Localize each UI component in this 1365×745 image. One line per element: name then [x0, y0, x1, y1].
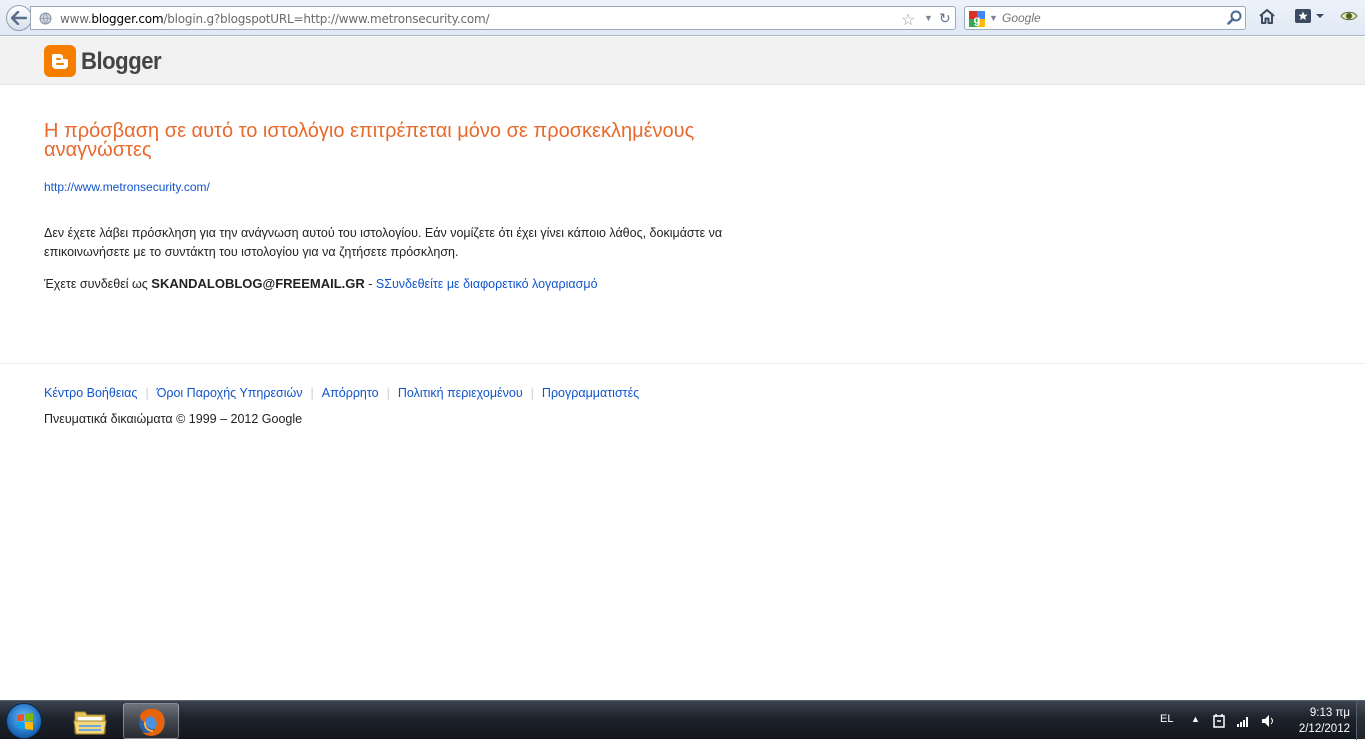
- footer-link-privacy[interactable]: Απόρρητο: [322, 386, 379, 400]
- clock-date: 2/12/2012: [1298, 723, 1350, 735]
- search-bar[interactable]: g ▼: [964, 6, 1246, 30]
- start-button[interactable]: [6, 703, 42, 739]
- reload-icon[interactable]: ↻: [939, 10, 951, 27]
- search-input[interactable]: [1002, 11, 1212, 25]
- footer-separator: |: [310, 386, 314, 400]
- account-email: SKANDALOBLOG@FREEMAIL.GR: [151, 276, 365, 291]
- folder-icon: [73, 711, 107, 735]
- switch-account-link[interactable]: SΣυνδεθείτε με διαφορετικό λογαριασμό: [376, 277, 598, 291]
- network-icon[interactable]: [1236, 714, 1250, 728]
- taskbar-explorer-button[interactable]: [62, 703, 118, 739]
- svg-text:g: g: [974, 15, 981, 27]
- copyright-text: Πνευματικά δικαιώματα © 1999 – 2012 Goog…: [44, 412, 303, 426]
- bookmarks-menu-icon[interactable]: [1294, 8, 1326, 24]
- search-icon[interactable]: [1227, 10, 1242, 25]
- language-indicator[interactable]: EL: [1160, 713, 1173, 725]
- footer-separator: |: [386, 386, 390, 400]
- footer-separator: |: [530, 386, 534, 400]
- show-desktop-button[interactable]: [1356, 701, 1365, 740]
- blog-url-link[interactable]: http://www.metronsecurity.com/: [44, 180, 210, 194]
- footer-link-help-center[interactable]: Κέντρο Βοήθειας: [44, 386, 137, 400]
- show-hidden-icons-arrow[interactable]: ▲: [1191, 714, 1200, 724]
- home-icon[interactable]: [1258, 8, 1276, 25]
- footer-divider: [0, 363, 1365, 364]
- blogger-logo-text[interactable]: Blogger: [81, 48, 162, 76]
- volume-icon[interactable]: [1261, 714, 1275, 728]
- eye-icon[interactable]: [1340, 9, 1358, 23]
- signed-in-prefix: Έχετε συνδεθεί ως: [44, 277, 148, 291]
- footer-link-terms[interactable]: Όροι Παροχής Υπηρεσιών: [157, 386, 303, 400]
- dash-separator: -: [368, 277, 373, 291]
- address-bar[interactable]: www.blogger.com/blogin.g?blogspotURL=htt…: [30, 6, 956, 30]
- bookmark-star-icon[interactable]: ☆: [901, 10, 915, 30]
- footer-links: Κέντρο Βοήθειας | Όροι Παροχής Υπηρεσιών | Α…: [44, 386, 639, 400]
- page-title: Η πρόσβαση σε αυτό το ιστολόγιο επιτρέπε…: [44, 120, 695, 161]
- taskbar-firefox-button[interactable]: [123, 703, 179, 739]
- access-message: Δεν έχετε λάβει πρόσκληση για την ανάγνω…: [44, 226, 723, 259]
- windows-logo-icon: [17, 713, 33, 730]
- back-arrow-icon: [11, 11, 27, 25]
- globe-icon: [39, 12, 52, 25]
- blogger-logo-icon[interactable]: [44, 45, 76, 77]
- footer-separator: |: [145, 386, 149, 400]
- action-center-icon[interactable]: [1212, 713, 1226, 729]
- google-icon: g: [969, 11, 985, 27]
- back-button[interactable]: [6, 5, 32, 31]
- browser-toolbar: www.blogger.com/blogin.g?blogspotURL=htt…: [0, 0, 1365, 36]
- signed-in-line: Έχετε συνδεθεί ως SKANDALOBLOG@FREEMAIL.…: [44, 276, 598, 291]
- firefox-icon: [139, 708, 165, 736]
- url-dropdown-icon[interactable]: ▼: [924, 13, 933, 23]
- blogger-header: Blogger: [0, 37, 1365, 85]
- clock-time: 9:13 πμ: [1309, 707, 1350, 719]
- url-text: www.blogger.com/blogin.g?blogspotURL=htt…: [60, 12, 490, 26]
- footer-link-content-policy[interactable]: Πολιτική περιεχομένου: [398, 386, 523, 400]
- search-engine-dropdown-icon[interactable]: ▼: [989, 13, 998, 23]
- system-clock[interactable]: 9:13 πμ 2/12/2012: [1280, 705, 1350, 737]
- windows-taskbar: EL ▲ 9:13 πμ 2/12/2012: [0, 700, 1365, 740]
- footer-link-developers[interactable]: Προγραμματιστές: [542, 386, 639, 400]
